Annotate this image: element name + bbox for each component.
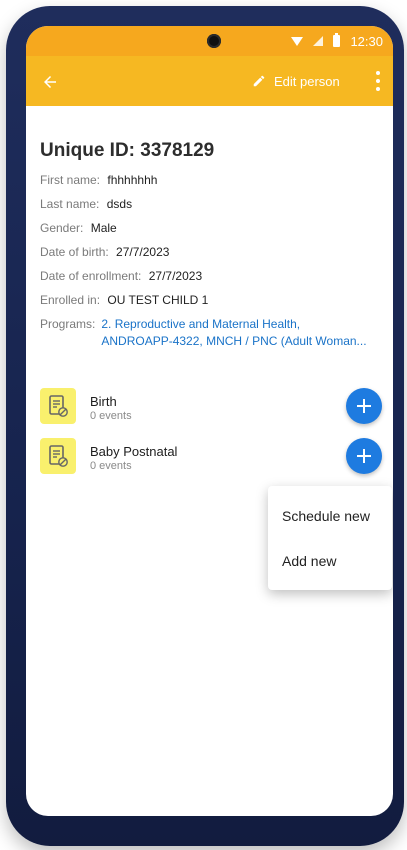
app-screen: 12:30 Edit person Unique ID: 3378129 Fir…: [26, 26, 393, 816]
first-name-value: fhhhhhhh: [107, 173, 158, 187]
enrollment-date-value: 27/7/2023: [148, 269, 203, 283]
enrolled-in-label: Enrolled in:: [40, 293, 101, 307]
more-options-icon[interactable]: [375, 71, 381, 91]
popup-menu: Schedule new Add new: [268, 486, 392, 590]
back-arrow-icon[interactable]: [36, 68, 64, 96]
wifi-icon: [291, 36, 304, 46]
plus-icon: [357, 399, 371, 413]
stage-event-count: 0 events: [90, 460, 132, 472]
programs-row: Programs: 2. Reproductive and Maternal H…: [40, 316, 383, 350]
status-bar: 12:30: [26, 26, 393, 56]
first-name-label: First name:: [40, 173, 101, 187]
enrollment-date-label: Date of enrollment:: [40, 269, 142, 283]
plus-icon: [357, 449, 371, 463]
phone-frame: 12:30 Edit person Unique ID: 3378129 Fir…: [6, 6, 404, 846]
status-time: 12:30: [350, 33, 383, 49]
dob-row: Date of birth: 27/7/2023: [40, 244, 383, 260]
enrolled-in-value: OU TEST CHILD 1: [107, 293, 209, 307]
menu-item-add-new[interactable]: Add new: [282, 553, 336, 569]
add-event-button[interactable]: [346, 438, 382, 474]
stage-item[interactable]: Baby Postnatal 0 events: [40, 438, 382, 478]
enrollment-date-row: Date of enrollment: 27/7/2023: [40, 268, 383, 284]
gender-value: Male: [90, 221, 117, 235]
battery-icon: [333, 33, 341, 47]
gender-label: Gender:: [40, 221, 84, 235]
dob-label: Date of birth:: [40, 245, 109, 259]
stage-title: Birth: [90, 394, 117, 409]
app-bar: Edit person: [26, 56, 393, 106]
person-details: Unique ID: 3378129 First name: fhhhhhhh …: [40, 140, 383, 358]
document-icon: [40, 438, 76, 474]
stage-event-count: 0 events: [90, 410, 132, 422]
programs-label: Programs:: [40, 317, 96, 331]
menu-item-schedule-new[interactable]: Schedule new: [282, 508, 370, 524]
gender-row: Gender: Male: [40, 220, 383, 236]
document-icon: [40, 388, 76, 424]
last-name-value: dsds: [106, 197, 133, 211]
camera-hole: [207, 34, 221, 48]
stage-item[interactable]: Birth 0 events: [40, 388, 382, 428]
signal-icon: [313, 36, 324, 46]
edit-person-label: Edit person: [274, 73, 340, 89]
last-name-label: Last name:: [40, 197, 100, 211]
programs-value-line1: 2. Reproductive and Maternal Health,: [101, 317, 301, 331]
status-icons: 12:30: [291, 32, 383, 50]
last-name-row: Last name: dsds: [40, 196, 383, 212]
programs-value-line2: ANDROAPP-4322, MNCH / PNC (Adult Woman..…: [101, 334, 367, 348]
add-event-button[interactable]: [346, 388, 382, 424]
unique-id: Unique ID: 3378129: [40, 140, 215, 161]
dob-value: 27/7/2023: [116, 245, 170, 259]
pencil-icon: [253, 75, 265, 87]
programs-value[interactable]: 2. Reproductive and Maternal Health, AND…: [101, 316, 366, 350]
enrolled-in-row: Enrolled in: OU TEST CHILD 1: [40, 292, 383, 308]
stage-title: Baby Postnatal: [90, 444, 178, 459]
edit-person-button[interactable]: Edit person: [252, 71, 340, 91]
first-name-row: First name: fhhhhhhh: [40, 172, 383, 188]
